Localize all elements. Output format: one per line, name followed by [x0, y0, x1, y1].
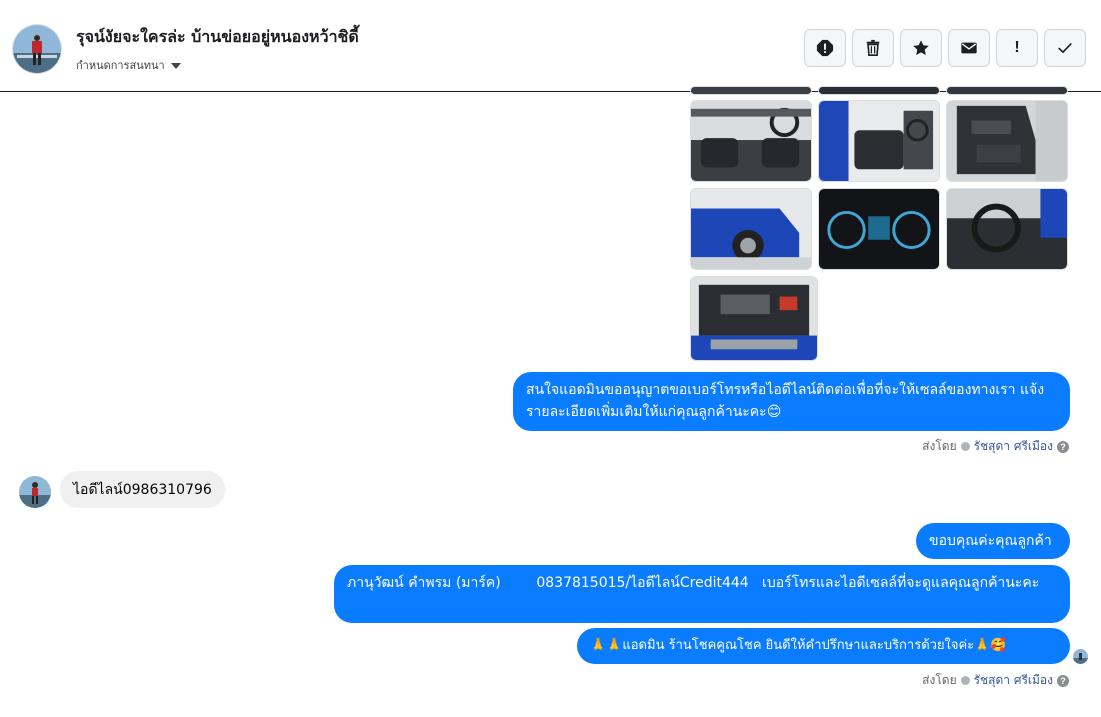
sent-by-prefix: ส่งโดย — [922, 439, 957, 453]
mark-done-button[interactable] — [1044, 29, 1086, 67]
agent-avatar-icon — [960, 676, 970, 685]
seen-avatar — [1073, 649, 1088, 664]
agent-name-link[interactable]: รัชสุดา ศรีเมือง — [974, 671, 1053, 690]
star-icon — [913, 40, 929, 56]
report-icon — [816, 39, 834, 57]
mark-important-button[interactable]: ! — [996, 29, 1038, 67]
exclamation-icon: ! — [1014, 39, 1020, 56]
message-text: ไอดีไลน์0986310796 — [73, 482, 212, 498]
star-button[interactable] — [900, 29, 942, 67]
customer-avatar-small[interactable] — [19, 476, 51, 508]
mail-icon — [961, 42, 977, 54]
conversation-header: รุจน์งัยจะใครล่ะ บ้านข่อยอยู่หนองหว้าชิด… — [0, 0, 1101, 92]
message-text: ขอบคุณค่ะคุณลูกค้า — [929, 533, 1052, 549]
car-engine-photo[interactable] — [690, 276, 818, 361]
page-title: รุจน์งัยจะใครล่ะ บ้านข่อยอยู่หนองหว้าชิด… — [76, 27, 359, 46]
message-text: 🙏🙏แอดมิน ร้านโชคคูณโชค ยินดีให้คำปรึกษาแ… — [590, 638, 1007, 653]
schedule-dropdown[interactable]: กำหนดการสนทนา — [76, 56, 181, 74]
outgoing-message: 🙏🙏แอดมิน ร้านโชคคูณโชค ยินดีให้คำปรึกษาแ… — [577, 628, 1070, 664]
delete-button[interactable] — [852, 29, 894, 67]
car-interior-photo[interactable] — [690, 100, 812, 182]
sent-by-label: ส่งโดย รัชสุดา ศรีเมือง ? — [922, 671, 1069, 690]
sent-by-label: ส่งโดย รัชสุดา ศรีเมือง ? — [922, 437, 1069, 456]
header-actions: ! — [804, 29, 1086, 67]
car-steering-photo[interactable] — [946, 188, 1068, 270]
customer-avatar[interactable] — [12, 24, 62, 74]
outgoing-message: ขอบคุณค่ะคุณลูกค้า — [916, 523, 1070, 559]
car-photo-thumbnail[interactable] — [690, 86, 812, 95]
help-icon[interactable]: ? — [1057, 440, 1069, 453]
outgoing-message: สนใจแอดมินขออนุญาตขอเบอร์โทรหรือไอดีไลน์… — [513, 372, 1070, 431]
report-button[interactable] — [804, 29, 846, 67]
car-photo-thumbnail[interactable] — [946, 86, 1068, 95]
car-cabin-photo[interactable] — [818, 100, 940, 182]
sent-by-prefix: ส่งโดย — [922, 673, 957, 687]
car-door-photo[interactable] — [946, 100, 1068, 182]
mark-unread-button[interactable] — [948, 29, 990, 67]
help-icon[interactable]: ? — [1057, 674, 1069, 687]
trash-icon — [866, 39, 880, 57]
message-text: สนใจแอดมินขออนุญาตขอเบอร์โทรหรือไอดีไลน์… — [526, 382, 1045, 420]
agent-avatar-icon — [960, 442, 970, 451]
car-dashboard-photo[interactable] — [818, 188, 940, 270]
car-exterior-photo[interactable] — [690, 188, 812, 270]
agent-name-link[interactable]: รัชสุดา ศรีเมือง — [974, 437, 1053, 456]
check-icon — [1058, 43, 1072, 54]
schedule-dropdown-label: กำหนดการสนทนา — [76, 59, 165, 72]
car-photo-thumbnail[interactable] — [818, 86, 940, 95]
message-text: ภานุวัฒน์ คำพรม (มาร์ค) 0837815015/ไอดีไ… — [347, 575, 1040, 591]
outgoing-message: ภานุวัฒน์ คำพรม (มาร์ค) 0837815015/ไอดีไ… — [334, 565, 1070, 623]
caret-down-icon — [170, 63, 181, 69]
incoming-message: ไอดีไลน์0986310796 — [60, 471, 225, 508]
